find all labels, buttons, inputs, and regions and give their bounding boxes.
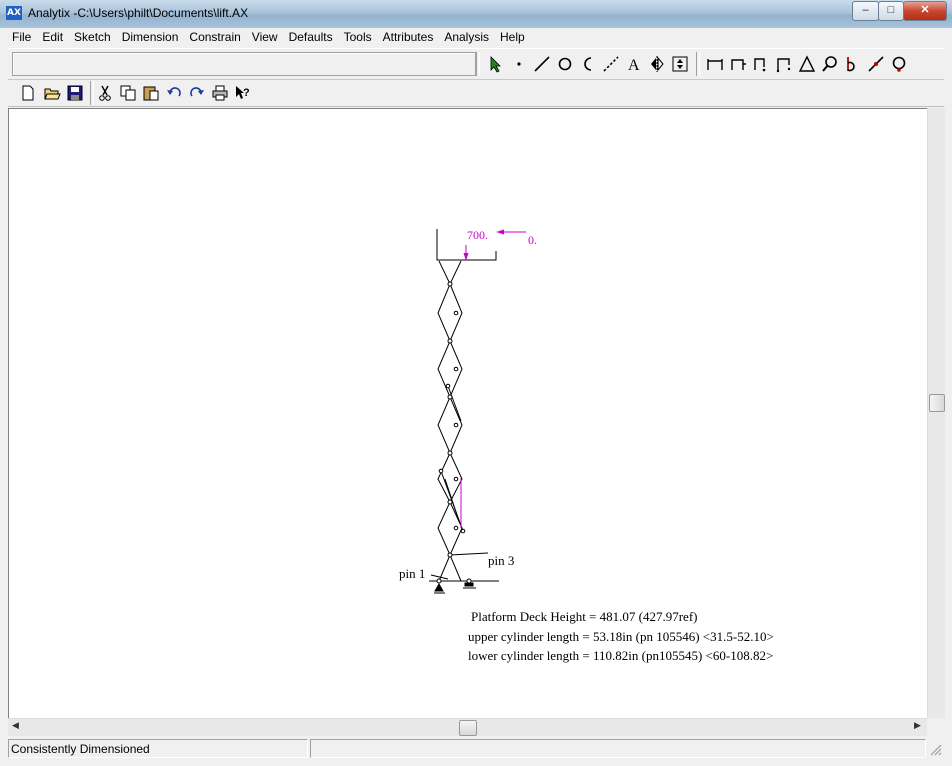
horizontal-dimension-icon[interactable] [704,53,726,75]
scissor-stage-5 [437,500,463,557]
fixed-support-icon [434,582,444,592]
mirror-icon[interactable] [646,53,668,75]
resize-grip-icon[interactable] [928,742,942,756]
vertical-dimension-icon[interactable] [727,53,749,75]
lower-cylinder-length-text[interactable]: lower cylinder length = 110.82in (pn1055… [468,648,773,664]
scroll-left-arrow-icon[interactable]: ◀ [12,721,19,731]
radius-dimension-icon[interactable] [842,53,864,75]
redo-icon[interactable] [186,82,208,104]
menu-help[interactable]: Help [496,28,529,44]
upper-cylinder-length-text[interactable]: upper cylinder length = 53.18in (pn 1055… [468,629,774,645]
svg-text:A: A [628,57,640,73]
platform-deck-height-text[interactable]: Platform Deck Height = 481.07 (427.97ref… [471,609,697,625]
group-icon[interactable] [669,53,691,75]
angle-dimension-icon[interactable] [773,53,795,75]
context-help-icon[interactable]: ? [232,82,254,104]
scissor-stage-1 [437,282,463,343]
roller-support-icon [464,582,474,587]
vertical-scrollbar[interactable] [927,108,945,718]
line-icon[interactable] [531,53,553,75]
status-pane-secondary [310,739,926,758]
pin1-leader [430,574,449,580]
menu-sketch[interactable]: Sketch [70,28,115,44]
select-arrow-icon[interactable] [485,53,507,75]
title-bar: AX Analytix -C:\Users\philt\Documents\li… [0,0,952,28]
save-icon[interactable] [64,82,86,104]
point-icon[interactable] [508,53,530,75]
pin1-label[interactable]: pin 1 [399,566,425,582]
scissor-stage-3 [437,395,463,455]
diagonal-dimension-icon[interactable] [865,53,887,75]
upper-cylinder [447,385,462,422]
sketch-toolbar: A [8,48,944,80]
scissor-stage-2 [437,339,463,399]
status-message: Consistently Dimensioned [11,742,150,756]
close-button[interactable]: ✕ [903,1,947,21]
arc-icon[interactable] [577,53,599,75]
app-window: AX Analytix -C:\Users\philt\Documents\li… [0,0,952,766]
menu-view[interactable]: View [248,28,282,44]
drawing-canvas[interactable]: 700. 0. pin 1 pin 3 Platform Deck Height… [8,108,927,719]
distance-dimension-icon[interactable] [750,53,772,75]
new-file-icon[interactable] [17,82,39,104]
menu-attributes[interactable]: Attributes [379,28,438,44]
horizontal-scrollbar[interactable]: ◀ ▶ [8,718,927,736]
pin3-leader [449,552,489,556]
toolbar-separator [476,52,480,76]
text-icon[interactable]: A [623,53,645,75]
dimension-700-label[interactable]: 700. [467,228,488,243]
window-title: Analytix -C:\Users\philt\Documents\lift.… [28,6,249,20]
menu-file[interactable]: File [8,28,35,44]
minimize-button[interactable]: – [852,1,879,21]
menu-constrain[interactable]: Constrain [185,28,244,44]
svg-text:?: ? [243,87,250,99]
scissor-lift-sketch [429,229,526,594]
triangle-dimension-icon[interactable] [796,53,818,75]
scroll-right-arrow-icon[interactable]: ▶ [914,721,921,731]
circle-icon[interactable] [554,53,576,75]
pin3-label[interactable]: pin 3 [488,553,514,569]
menu-dimension[interactable]: Dimension [118,28,183,44]
scissor-top-link [438,260,462,286]
app-icon: AX [6,6,22,20]
command-combo[interactable] [12,52,476,76]
status-pane-message: Consistently Dimensioned [8,739,308,758]
menu-bar: File Edit Sketch Dimension Constrain View Defa… [8,28,944,48]
undo-icon[interactable] [163,82,185,104]
open-folder-icon[interactable] [41,82,63,104]
construction-line-icon[interactable] [600,53,622,75]
maximize-button[interactable]: □ [878,1,904,21]
menu-analysis[interactable]: Analysis [440,28,493,44]
dimension-0-label[interactable]: 0. [528,233,537,248]
zoom-icon[interactable] [819,53,841,75]
horizontal-scroll-thumb[interactable] [459,720,477,736]
paste-icon[interactable] [140,82,162,104]
menu-tools[interactable]: Tools [340,28,376,44]
menu-edit[interactable]: Edit [38,28,67,44]
cut-icon[interactable] [94,82,116,104]
toolbar-separator [696,52,700,76]
vertical-scroll-thumb[interactable] [929,394,945,412]
copy-icon[interactable] [117,82,139,104]
status-bar: Consistently Dimensioned [8,738,944,758]
menu-defaults[interactable]: Defaults [285,28,337,44]
diameter-dimension-icon[interactable] [888,53,910,75]
print-icon[interactable] [209,82,231,104]
scissor-bottom-link [438,553,462,582]
file-toolbar: ? [8,80,944,107]
